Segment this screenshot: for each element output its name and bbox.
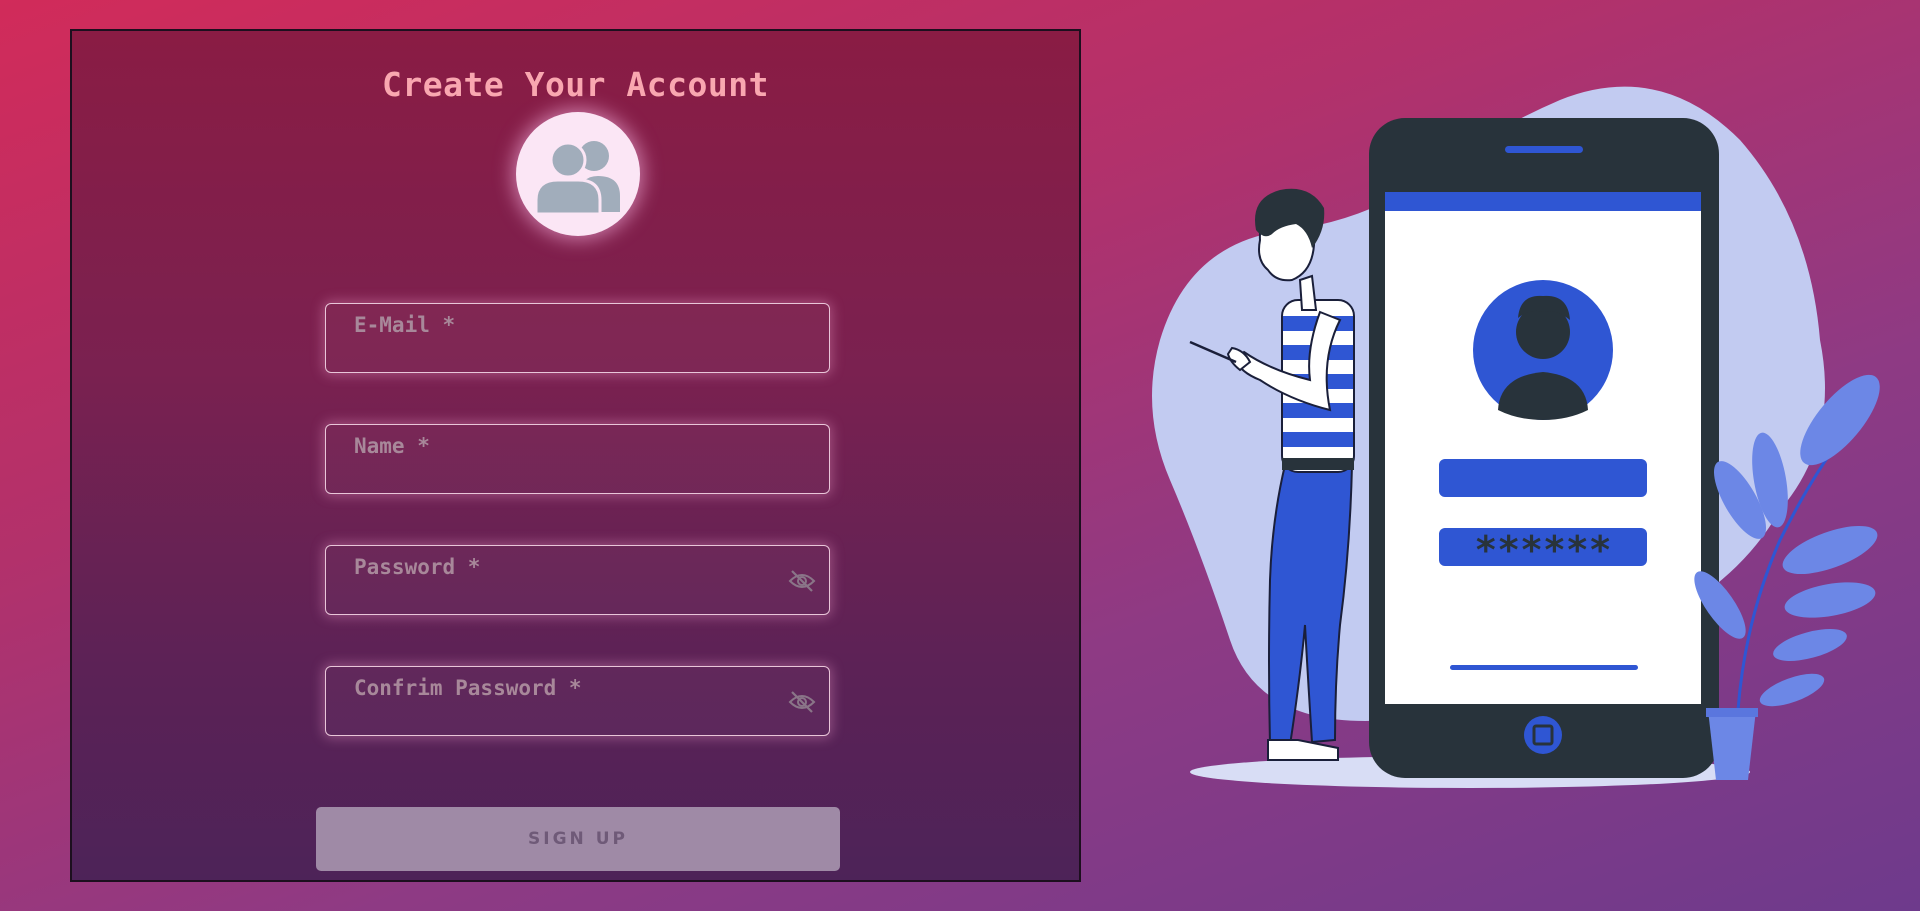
phone-speaker bbox=[1505, 146, 1583, 153]
users-icon bbox=[534, 141, 620, 214]
eye-slash-icon[interactable] bbox=[787, 688, 817, 716]
signup-form-panel: Create Your Account E-Mail * Name * Pass… bbox=[70, 29, 1081, 882]
signup-illustration: ****** bbox=[1152, 86, 1880, 788]
password-placeholder: Password * bbox=[354, 555, 481, 579]
avatar bbox=[516, 112, 640, 236]
home-button bbox=[1524, 716, 1562, 754]
email-placeholder: E-Mail * bbox=[354, 313, 456, 337]
name-field[interactable]: Name * bbox=[325, 424, 830, 494]
eye-slash-icon[interactable] bbox=[787, 567, 817, 595]
name-placeholder: Name * bbox=[354, 434, 430, 458]
page-title: Create Your Account bbox=[382, 65, 769, 104]
confirm-password-field[interactable]: Confrim Password * bbox=[325, 666, 830, 736]
email-field[interactable]: E-Mail * bbox=[325, 303, 830, 373]
phone-screen bbox=[1385, 192, 1701, 704]
username-bar bbox=[1439, 459, 1647, 497]
phone-screen-header bbox=[1385, 192, 1701, 211]
screen-bottom-line bbox=[1450, 665, 1638, 670]
password-mask-text: ****** bbox=[1474, 528, 1611, 572]
confirm-password-placeholder: Confrim Password * bbox=[354, 676, 582, 700]
password-field[interactable]: Password * bbox=[325, 545, 830, 615]
sign-up-button[interactable]: SIGN UP bbox=[316, 807, 840, 871]
